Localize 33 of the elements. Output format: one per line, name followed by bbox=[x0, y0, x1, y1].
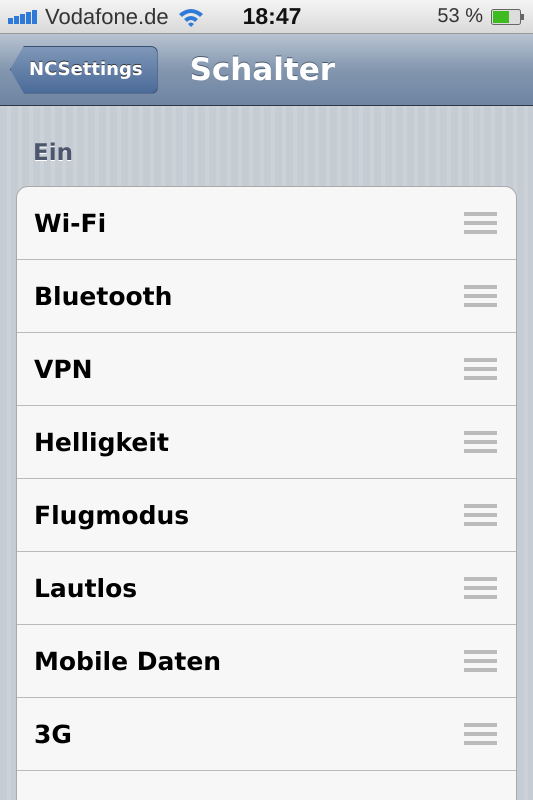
reorder-handle-icon[interactable] bbox=[464, 723, 497, 745]
row-label: Flugmodus bbox=[34, 500, 190, 530]
page-title: Schalter bbox=[190, 52, 336, 88]
list-row[interactable]: Lautlos bbox=[17, 552, 516, 625]
list-row[interactable]: Wi-Fi bbox=[17, 187, 516, 260]
wifi-icon bbox=[176, 6, 205, 26]
battery-icon bbox=[491, 8, 525, 24]
row-label: Mobile Daten bbox=[34, 646, 222, 676]
signal-icon bbox=[8, 10, 39, 24]
battery-percent: 53 % bbox=[437, 5, 483, 28]
clock: 18:47 bbox=[242, 3, 302, 30]
reorder-handle-icon[interactable] bbox=[464, 650, 497, 672]
list-row[interactable]: 3G bbox=[17, 698, 516, 771]
list-row[interactable]: Flugmodus bbox=[17, 479, 516, 552]
list-row[interactable]: Mobile Daten bbox=[17, 625, 516, 698]
reorder-handle-icon[interactable] bbox=[464, 358, 497, 380]
row-label: VPN bbox=[34, 354, 94, 384]
reorder-handle-icon[interactable] bbox=[464, 577, 497, 599]
reorder-handle-icon[interactable] bbox=[464, 431, 497, 453]
carrier-name: Vodafone.de bbox=[45, 4, 169, 30]
list-row[interactable]: VPN bbox=[17, 333, 516, 406]
reorder-handle-icon[interactable] bbox=[464, 212, 497, 234]
row-label: Bluetooth bbox=[34, 282, 174, 310]
row-label: Helligkeit bbox=[34, 428, 170, 456]
section-header: Ein bbox=[33, 140, 74, 168]
row-label: Lautlos bbox=[34, 574, 138, 602]
row-label: Wi-Fi bbox=[34, 208, 108, 238]
list-row[interactable]: Bluetooth bbox=[17, 260, 516, 333]
back-button[interactable]: NCSettings bbox=[10, 46, 158, 94]
reorder-handle-icon[interactable] bbox=[464, 504, 497, 526]
row-label: 3G bbox=[34, 720, 73, 748]
list-row[interactable]: Helligkeit bbox=[17, 406, 516, 479]
reorder-handle-icon[interactable] bbox=[464, 285, 497, 307]
